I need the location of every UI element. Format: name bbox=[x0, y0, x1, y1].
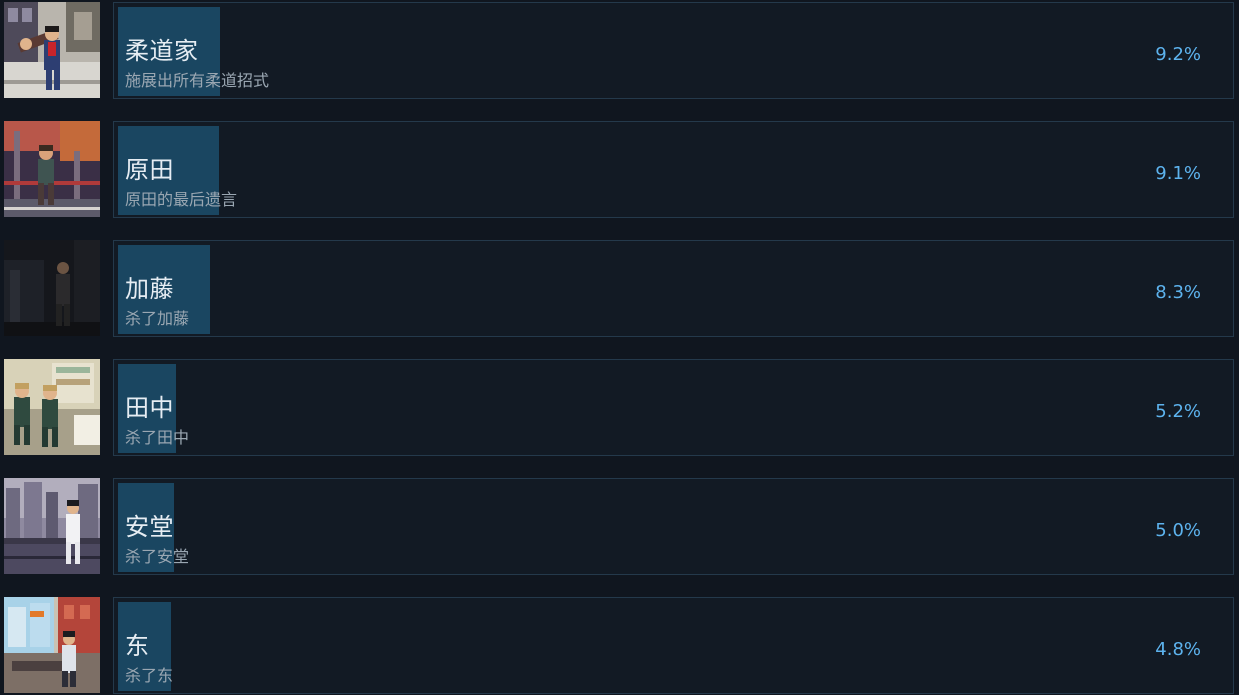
judo-throw-scene-icon bbox=[4, 2, 100, 98]
unlock-percentage: 5.0% bbox=[1155, 520, 1201, 541]
ando-rooftop-scene-icon bbox=[4, 478, 100, 574]
achievement-card: 柔道家 施展出所有柔道招式 9.2% bbox=[113, 2, 1234, 99]
achievement-thumbnail bbox=[4, 478, 100, 574]
achievement-card: 东 杀了东 4.8% bbox=[113, 597, 1234, 694]
achievement-thumbnail bbox=[4, 121, 100, 217]
achievement-description: 原田的最后遗言 bbox=[125, 190, 238, 209]
achievement-title: 柔道家 bbox=[125, 37, 199, 65]
achievement-row[interactable]: 原田 原田的最后遗言 9.1% bbox=[0, 121, 1239, 219]
harada-scene-icon bbox=[4, 121, 100, 217]
unlock-percentage: 8.3% bbox=[1155, 282, 1201, 303]
achievement-description: 杀了加藤 bbox=[125, 309, 190, 328]
achievement-title: 东 bbox=[125, 632, 150, 660]
achievement-list: 柔道家 施展出所有柔道招式 9.2% 原田 原田的最后遗言 9.1% 加藤 杀了… bbox=[0, 0, 1239, 695]
achievement-thumbnail bbox=[4, 359, 100, 455]
achievement-row[interactable]: 东 杀了东 4.8% bbox=[0, 597, 1239, 695]
achievement-description: 杀了安堂 bbox=[125, 547, 190, 566]
achievement-thumbnail bbox=[4, 240, 100, 336]
achievement-row[interactable]: 柔道家 施展出所有柔道招式 9.2% bbox=[0, 2, 1239, 100]
achievement-title: 田中 bbox=[125, 394, 174, 422]
achievement-row[interactable]: 加藤 杀了加藤 8.3% bbox=[0, 240, 1239, 338]
achievement-thumbnail bbox=[4, 597, 100, 693]
achievement-title: 原田 bbox=[125, 156, 174, 184]
achievement-description: 施展出所有柔道招式 bbox=[125, 71, 270, 90]
unlock-percentage: 4.8% bbox=[1155, 639, 1201, 660]
higashi-office-scene-icon bbox=[4, 597, 100, 693]
unlock-percentage: 5.2% bbox=[1155, 401, 1201, 422]
achievement-row[interactable]: 安堂 杀了安堂 5.0% bbox=[0, 478, 1239, 576]
achievement-card: 安堂 杀了安堂 5.0% bbox=[113, 478, 1234, 575]
achievement-row[interactable]: 田中 杀了田中 5.2% bbox=[0, 359, 1239, 457]
achievement-description: 杀了东 bbox=[125, 666, 174, 685]
achievement-card: 田中 杀了田中 5.2% bbox=[113, 359, 1234, 456]
achievement-description: 杀了田中 bbox=[125, 428, 190, 447]
achievement-card: 加藤 杀了加藤 8.3% bbox=[113, 240, 1234, 337]
achievement-card: 原田 原田的最后遗言 9.1% bbox=[113, 121, 1234, 218]
kato-dark-scene-icon bbox=[4, 240, 100, 336]
tanaka-scene-icon bbox=[4, 359, 100, 455]
unlock-percentage: 9.1% bbox=[1155, 163, 1201, 184]
achievement-thumbnail bbox=[4, 2, 100, 98]
achievement-title: 加藤 bbox=[125, 275, 174, 303]
unlock-percentage: 9.2% bbox=[1155, 44, 1201, 65]
achievement-title: 安堂 bbox=[125, 513, 174, 541]
